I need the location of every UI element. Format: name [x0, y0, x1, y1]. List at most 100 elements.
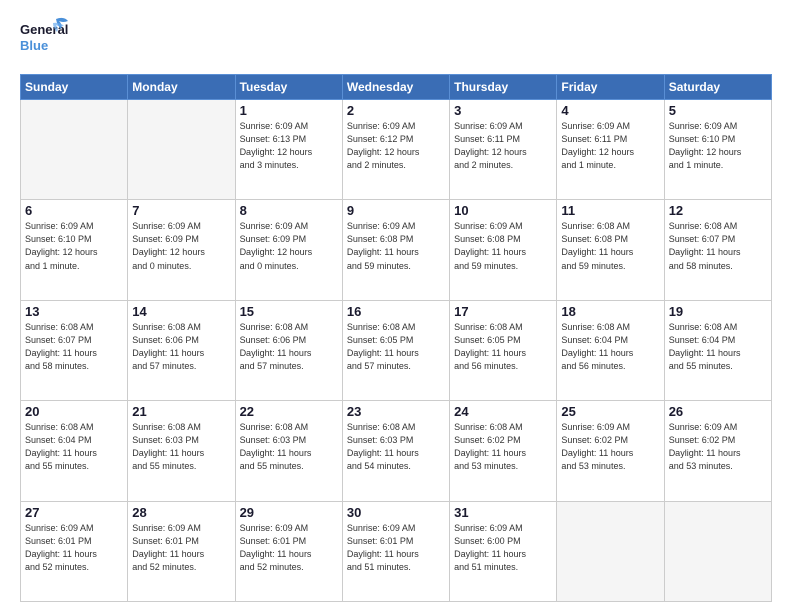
- weekday-tuesday: Tuesday: [235, 75, 342, 100]
- day-info-1: Sunrise: 6:09 AM Sunset: 6:13 PM Dayligh…: [240, 120, 338, 172]
- day-cell-10: 10Sunrise: 6:09 AM Sunset: 6:08 PM Dayli…: [450, 200, 557, 300]
- day-cell-5: 5Sunrise: 6:09 AM Sunset: 6:10 PM Daylig…: [664, 100, 771, 200]
- day-number-20: 20: [25, 404, 123, 419]
- day-cell-11: 11Sunrise: 6:08 AM Sunset: 6:08 PM Dayli…: [557, 200, 664, 300]
- day-number-7: 7: [132, 203, 230, 218]
- day-cell-30: 30Sunrise: 6:09 AM Sunset: 6:01 PM Dayli…: [342, 501, 449, 601]
- logo-svg: General Blue: [20, 16, 70, 64]
- day-info-17: Sunrise: 6:08 AM Sunset: 6:05 PM Dayligh…: [454, 321, 552, 373]
- day-cell-28: 28 Sunrise: 6:09 AM Sunset: 6:01 PM Dayli…: [128, 501, 235, 601]
- week-row-2: 6 Sunrise: 6:09 AM Sunset: 6:10 PM Daylig…: [21, 200, 772, 300]
- day-info-29: Sunrise: 6:09 AM Sunset: 6:01 PM Dayligh…: [240, 522, 338, 574]
- week-row-3: 13Sunrise: 6:08 AM Sunset: 6:07 PM Dayli…: [21, 300, 772, 400]
- day-info-9: Sunrise: 6:09 AM Sunset: 6:08 PM Dayligh…: [347, 220, 445, 272]
- day-number-15: 15: [240, 304, 338, 319]
- calendar-body: 1Sunrise: 6:09 AM Sunset: 6:13 PM Daylig…: [21, 100, 772, 602]
- day-cell-7: 7 Sunrise: 6:09 AM Sunset: 6:09 PM Daylig…: [128, 200, 235, 300]
- day-cell-6: 6 Sunrise: 6:09 AM Sunset: 6:10 PM Daylig…: [21, 200, 128, 300]
- day-number-6: 6: [25, 203, 123, 218]
- day-info-16: Sunrise: 6:08 AM Sunset: 6:05 PM Dayligh…: [347, 321, 445, 373]
- day-cell-19: 19 Sunrise: 6:08 AM Sunset: 6:04 PM Dayli…: [664, 300, 771, 400]
- day-info-22: Sunrise: 6:08 AM Sunset: 6:03 PM Dayligh…: [240, 421, 338, 473]
- header: General Blue: [20, 16, 772, 64]
- day-info-11: Sunrise: 6:08 AM Sunset: 6:08 PM Dayligh…: [561, 220, 659, 272]
- day-info-26: Sunrise: 6:09 AM Sunset: 6:02 PM Dayligh…: [669, 421, 767, 473]
- day-info-19: Sunrise: 6:08 AM Sunset: 6:04 PM Dayligh…: [669, 321, 767, 373]
- weekday-row: SundayMondayTuesdayWednesdayThursdayFrid…: [21, 75, 772, 100]
- logo: General Blue: [20, 16, 70, 64]
- day-info-31: Sunrise: 6:09 AM Sunset: 6:00 PM Dayligh…: [454, 522, 552, 574]
- day-number-14: 14: [132, 304, 230, 319]
- weekday-monday: Monday: [128, 75, 235, 100]
- day-cell-4: 4Sunrise: 6:09 AM Sunset: 6:11 PM Daylig…: [557, 100, 664, 200]
- day-number-17: 17: [454, 304, 552, 319]
- day-info-18: Sunrise: 6:08 AM Sunset: 6:04 PM Dayligh…: [561, 321, 659, 373]
- day-number-23: 23: [347, 404, 445, 419]
- day-info-14: Sunrise: 6:08 AM Sunset: 6:06 PM Dayligh…: [132, 321, 230, 373]
- weekday-friday: Friday: [557, 75, 664, 100]
- day-info-23: Sunrise: 6:08 AM Sunset: 6:03 PM Dayligh…: [347, 421, 445, 473]
- day-cell-24: 24Sunrise: 6:08 AM Sunset: 6:02 PM Dayli…: [450, 401, 557, 501]
- day-number-12: 12: [669, 203, 767, 218]
- day-info-10: Sunrise: 6:09 AM Sunset: 6:08 PM Dayligh…: [454, 220, 552, 272]
- day-info-25: Sunrise: 6:09 AM Sunset: 6:02 PM Dayligh…: [561, 421, 659, 473]
- day-number-29: 29: [240, 505, 338, 520]
- day-cell-9: 9 Sunrise: 6:09 AM Sunset: 6:08 PM Daylig…: [342, 200, 449, 300]
- day-cell-3: 3Sunrise: 6:09 AM Sunset: 6:11 PM Daylig…: [450, 100, 557, 200]
- day-info-15: Sunrise: 6:08 AM Sunset: 6:06 PM Dayligh…: [240, 321, 338, 373]
- day-cell-20: 20 Sunrise: 6:08 AM Sunset: 6:04 PM Dayli…: [21, 401, 128, 501]
- day-info-4: Sunrise: 6:09 AM Sunset: 6:11 PM Dayligh…: [561, 120, 659, 172]
- day-info-12: Sunrise: 6:08 AM Sunset: 6:07 PM Dayligh…: [669, 220, 767, 272]
- day-number-8: 8: [240, 203, 338, 218]
- day-cell-14: 14 Sunrise: 6:08 AM Sunset: 6:06 PM Dayli…: [128, 300, 235, 400]
- day-number-16: 16: [347, 304, 445, 319]
- day-info-21: Sunrise: 6:08 AM Sunset: 6:03 PM Dayligh…: [132, 421, 230, 473]
- day-cell-2: 2Sunrise: 6:09 AM Sunset: 6:12 PM Daylig…: [342, 100, 449, 200]
- day-cell-15: 15 Sunrise: 6:08 AM Sunset: 6:06 PM Dayli…: [235, 300, 342, 400]
- svg-text:Blue: Blue: [20, 38, 48, 53]
- day-info-30: Sunrise: 6:09 AM Sunset: 6:01 PM Dayligh…: [347, 522, 445, 574]
- page: General Blue SundayMondayTuesdayWednesda…: [0, 0, 792, 612]
- day-number-28: 28: [132, 505, 230, 520]
- weekday-thursday: Thursday: [450, 75, 557, 100]
- day-number-26: 26: [669, 404, 767, 419]
- day-info-20: Sunrise: 6:08 AM Sunset: 6:04 PM Dayligh…: [25, 421, 123, 473]
- day-cell-17: 17 Sunrise: 6:08 AM Sunset: 6:05 PM Dayli…: [450, 300, 557, 400]
- weekday-saturday: Saturday: [664, 75, 771, 100]
- day-info-5: Sunrise: 6:09 AM Sunset: 6:10 PM Dayligh…: [669, 120, 767, 172]
- day-info-13: Sunrise: 6:08 AM Sunset: 6:07 PM Dayligh…: [25, 321, 123, 373]
- day-cell-31: 31 Sunrise: 6:09 AM Sunset: 6:00 PM Dayli…: [450, 501, 557, 601]
- day-cell-12: 12 Sunrise: 6:08 AM Sunset: 6:07 PM Dayli…: [664, 200, 771, 300]
- calendar-table: SundayMondayTuesdayWednesdayThursdayFrid…: [20, 74, 772, 602]
- day-cell-25: 25 Sunrise: 6:09 AM Sunset: 6:02 PM Dayli…: [557, 401, 664, 501]
- day-info-28: Sunrise: 6:09 AM Sunset: 6:01 PM Dayligh…: [132, 522, 230, 574]
- day-cell-empty: [557, 501, 664, 601]
- day-info-27: Sunrise: 6:09 AM Sunset: 6:01 PM Dayligh…: [25, 522, 123, 574]
- weekday-wednesday: Wednesday: [342, 75, 449, 100]
- day-number-27: 27: [25, 505, 123, 520]
- weekday-sunday: Sunday: [21, 75, 128, 100]
- day-number-22: 22: [240, 404, 338, 419]
- day-cell-29: 29 Sunrise: 6:09 AM Sunset: 6:01 PM Dayli…: [235, 501, 342, 601]
- calendar-header: SundayMondayTuesdayWednesdayThursdayFrid…: [21, 75, 772, 100]
- day-cell-13: 13Sunrise: 6:08 AM Sunset: 6:07 PM Dayli…: [21, 300, 128, 400]
- day-info-2: Sunrise: 6:09 AM Sunset: 6:12 PM Dayligh…: [347, 120, 445, 172]
- day-cell-8: 8Sunrise: 6:09 AM Sunset: 6:09 PM Daylig…: [235, 200, 342, 300]
- week-row-5: 27 Sunrise: 6:09 AM Sunset: 6:01 PM Dayli…: [21, 501, 772, 601]
- day-info-6: Sunrise: 6:09 AM Sunset: 6:10 PM Dayligh…: [25, 220, 123, 272]
- day-cell-23: 23 Sunrise: 6:08 AM Sunset: 6:03 PM Dayli…: [342, 401, 449, 501]
- day-number-21: 21: [132, 404, 230, 419]
- day-cell-21: 21 Sunrise: 6:08 AM Sunset: 6:03 PM Dayli…: [128, 401, 235, 501]
- day-cell-22: 22 Sunrise: 6:08 AM Sunset: 6:03 PM Dayli…: [235, 401, 342, 501]
- day-number-31: 31: [454, 505, 552, 520]
- day-number-9: 9: [347, 203, 445, 218]
- day-info-7: Sunrise: 6:09 AM Sunset: 6:09 PM Dayligh…: [132, 220, 230, 272]
- day-number-18: 18: [561, 304, 659, 319]
- day-number-25: 25: [561, 404, 659, 419]
- day-number-19: 19: [669, 304, 767, 319]
- day-cell-16: 16 Sunrise: 6:08 AM Sunset: 6:05 PM Dayli…: [342, 300, 449, 400]
- day-cell-empty: [21, 100, 128, 200]
- day-cell-1: 1Sunrise: 6:09 AM Sunset: 6:13 PM Daylig…: [235, 100, 342, 200]
- week-row-1: 1Sunrise: 6:09 AM Sunset: 6:13 PM Daylig…: [21, 100, 772, 200]
- day-info-24: Sunrise: 6:08 AM Sunset: 6:02 PM Dayligh…: [454, 421, 552, 473]
